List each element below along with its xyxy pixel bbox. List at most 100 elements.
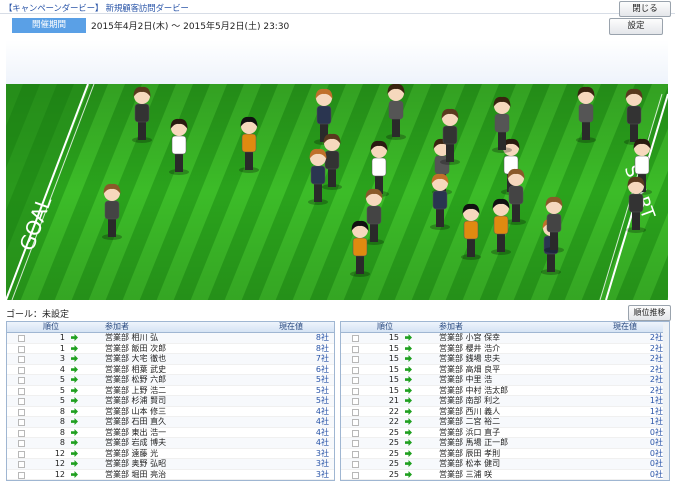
row-checkbox[interactable] xyxy=(352,461,359,468)
up-arrow-icon xyxy=(71,365,78,373)
participant-cell: 営業部 杉浦 賢司 xyxy=(105,396,167,405)
row-checkbox[interactable] xyxy=(18,398,25,405)
participant-cell: 営業部 西川 義人 xyxy=(439,406,501,416)
row-checkbox[interactable] xyxy=(352,356,359,363)
row-checkbox[interactable] xyxy=(18,335,25,342)
participant-cell: 営業部 馬場 正一郎 xyxy=(439,438,509,447)
value-cell: 8社 xyxy=(315,343,329,353)
table-header: 順位 参加者 現在値 xyxy=(7,322,334,333)
row-checkbox[interactable] xyxy=(18,387,25,395)
up-arrow-icon xyxy=(71,397,78,404)
window-title: 【キャンペーンダービー】 新規顧客訪問ダービー xyxy=(4,4,189,14)
participant-cell: 営業部 堀田 亮治 xyxy=(105,469,167,479)
table-row[interactable]: 22 営業部 西川 義人 1社 xyxy=(341,406,669,417)
value-cell: 2社 xyxy=(649,385,663,395)
table-row[interactable]: 8 営業部 岩成 博夫 4社 xyxy=(7,438,334,449)
row-checkbox[interactable] xyxy=(18,471,25,479)
row-checkbox[interactable] xyxy=(352,471,359,479)
period-label: 開催期間 xyxy=(12,18,86,33)
row-checkbox[interactable] xyxy=(18,345,25,353)
row-checkbox[interactable] xyxy=(352,366,359,374)
row-checkbox[interactable] xyxy=(352,429,359,437)
table-row[interactable]: 8 営業部 石田 直久 4社 xyxy=(7,417,334,428)
table-row[interactable]: 5 営業部 上野 浩二 5社 xyxy=(7,386,334,396)
row-checkbox[interactable] xyxy=(18,419,25,426)
rank-cell: 15 xyxy=(388,354,399,363)
value-cell: 7社 xyxy=(315,354,329,363)
up-arrow-icon xyxy=(71,355,78,362)
value-cell: 6社 xyxy=(315,364,329,374)
rank-cell: 3 xyxy=(59,354,65,363)
table-row[interactable]: 3 営業部 大宅 徹也 7社 xyxy=(7,354,334,365)
row-checkbox[interactable] xyxy=(352,387,359,395)
row-checkbox[interactable] xyxy=(352,398,359,405)
table-row[interactable]: 1 営業部 相川 弘 8社 xyxy=(7,333,334,344)
row-checkbox[interactable] xyxy=(352,345,359,353)
sky-background xyxy=(6,40,668,85)
rank-cell: 12 xyxy=(54,448,65,458)
up-arrow-icon xyxy=(405,470,412,478)
up-arrow-icon xyxy=(71,439,78,446)
table-row[interactable]: 5 営業部 松野 六郎 5社 xyxy=(7,375,334,386)
up-arrow-icon xyxy=(405,418,412,425)
row-checkbox[interactable] xyxy=(352,450,359,458)
table-row[interactable]: 15 営業部 中村 浩太郎 2社 xyxy=(341,385,669,396)
participant-cell: 営業部 松野 六郎 xyxy=(105,375,167,384)
row-checkbox[interactable] xyxy=(18,356,25,363)
participant-cell: 営業部 山本 修三 xyxy=(105,406,167,416)
table-row[interactable]: 25 営業部 馬場 正一郎 0社 xyxy=(341,438,669,449)
table-row[interactable]: 25 営業部 辰田 孝則 0社 xyxy=(341,449,669,459)
table-row[interactable]: 8 営業部 東出 浩一 4社 xyxy=(7,427,334,438)
participant-cell: 営業部 銭場 忠夫 xyxy=(439,354,501,363)
up-arrow-icon xyxy=(405,344,412,352)
close-button[interactable]: 閉じる xyxy=(619,1,671,17)
ranking-table-right: 順位 参加者 現在値 15 営業部 小宮 保幸 2社 15 営業部 櫻井 浩介 2社 15 営… xyxy=(340,321,670,481)
table-row[interactable]: 15 営業部 銭場 忠夫 2社 xyxy=(341,354,669,365)
table-row[interactable]: 22 営業部 二宮 裕二 1社 xyxy=(341,417,669,428)
table-row[interactable]: 12 営業部 堀田 亮治 3社 xyxy=(7,469,334,480)
row-checkbox[interactable] xyxy=(352,419,359,426)
ranking-history-button[interactable]: 順位推移 xyxy=(628,305,671,321)
value-cell: 2社 xyxy=(649,343,663,353)
value-cell: 2社 xyxy=(649,354,663,363)
table-row[interactable]: 1 営業部 飯田 次郎 8社 xyxy=(7,343,334,354)
row-checkbox[interactable] xyxy=(18,377,25,384)
column-value: 現在値 xyxy=(279,322,303,331)
rank-cell: 22 xyxy=(388,406,399,416)
row-checkbox[interactable] xyxy=(18,429,25,437)
table-row[interactable]: 15 営業部 高畑 良平 2社 xyxy=(341,364,669,375)
row-checkbox[interactable] xyxy=(18,450,25,458)
row-checkbox[interactable] xyxy=(352,440,359,447)
participant-cell: 営業部 大宅 徹也 xyxy=(105,354,167,363)
value-cell: 2社 xyxy=(649,364,663,374)
participant-cell: 営業部 石田 直久 xyxy=(105,417,167,426)
row-checkbox[interactable] xyxy=(352,377,359,384)
column-value: 現在値 xyxy=(613,322,637,331)
table-row[interactable]: 25 営業部 松本 健司 0社 xyxy=(341,459,669,470)
table-row[interactable]: 25 営業部 三浦 咲 0社 xyxy=(341,470,669,480)
participant-cell: 営業部 遠藤 光 xyxy=(105,448,159,458)
row-checkbox[interactable] xyxy=(18,440,25,447)
table-row[interactable]: 15 営業部 櫻井 浩介 2社 xyxy=(341,343,669,354)
table-row[interactable]: 8 営業部 山本 修三 4社 xyxy=(7,406,334,417)
value-cell: 3社 xyxy=(315,459,329,468)
table-row[interactable]: 15 営業部 中里 浩 2社 xyxy=(341,375,669,386)
table-row[interactable]: 25 営業部 浜口 直子 0社 xyxy=(341,427,669,438)
value-cell: 1社 xyxy=(649,406,663,416)
table-row[interactable]: 12 営業部 奥野 弘昭 3社 xyxy=(7,459,334,470)
rank-cell: 8 xyxy=(59,417,65,426)
row-checkbox[interactable] xyxy=(352,335,359,342)
row-checkbox[interactable] xyxy=(18,461,25,468)
row-checkbox[interactable] xyxy=(18,366,25,374)
row-checkbox[interactable] xyxy=(352,408,359,416)
settings-button[interactable]: 設定 xyxy=(609,18,663,35)
table-row[interactable]: 5 営業部 杉浦 賢司 5社 xyxy=(7,396,334,407)
table-row[interactable]: 21 営業部 南部 利之 1社 xyxy=(341,396,669,407)
scrollbar[interactable] xyxy=(663,322,669,480)
table-row[interactable]: 12 営業部 遠藤 光 3社 xyxy=(7,448,334,459)
table-row[interactable]: 15 営業部 小宮 保幸 2社 xyxy=(341,333,669,344)
rank-cell: 25 xyxy=(388,427,399,437)
table-row[interactable]: 4 営業部 相葉 武史 6社 xyxy=(7,364,334,375)
row-checkbox[interactable] xyxy=(18,408,25,416)
participant-cell: 営業部 東出 浩一 xyxy=(105,427,167,437)
